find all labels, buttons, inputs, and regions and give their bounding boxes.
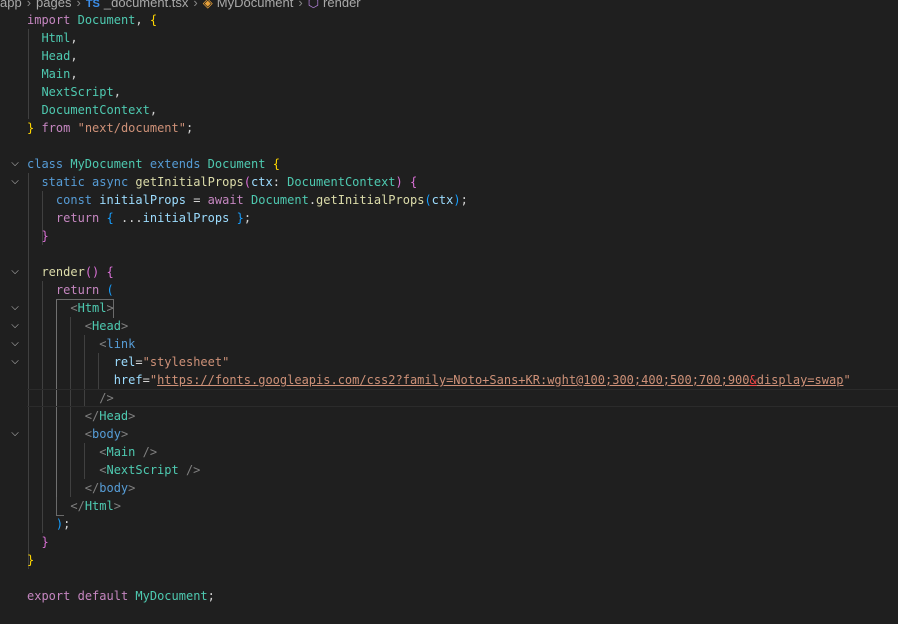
code-line: Html, (41, 31, 78, 45)
code-line: ⌵ class MyDocument extends Document { (0, 155, 898, 173)
breadcrumb-class[interactable]: MyDocument (217, 0, 294, 10)
code-line: DocumentContext, (41, 103, 158, 117)
chevron-down-icon[interactable]: ⌵ (8, 263, 22, 281)
href-link[interactable]: https://fonts.googleapis.com/css2?family… (157, 373, 749, 387)
code-line: ⌵ render() { (0, 263, 898, 281)
code-line: ⌵ <link (0, 335, 898, 353)
code-line: } from "next/document"; (27, 121, 194, 135)
code-line: ⌵ <Head> (0, 317, 898, 335)
code-line: Main, (41, 67, 78, 81)
code-editor[interactable]: app › pages › TS _document.tsx › ◈ MyDocument › ⬡ r… (0, 0, 898, 624)
code-line: } (27, 553, 35, 567)
code-line: export default MyDocument; (27, 589, 215, 603)
chevron-right-icon: › (76, 0, 81, 10)
chevron-right-icon: › (298, 0, 303, 10)
code-line: import Document, { (27, 13, 158, 27)
code-line: return ( (55, 283, 114, 297)
chevron-down-icon[interactable]: ⌵ (8, 425, 22, 443)
chevron-down-icon[interactable]: ⌵ (8, 353, 22, 371)
code-line: ⌵ rel="stylesheet" (0, 353, 898, 371)
chevron-right-icon: › (193, 0, 198, 10)
code-line-current: /> (99, 391, 114, 405)
code-line: </body> (84, 481, 136, 495)
chevron-right-icon: › (26, 0, 32, 10)
code-line: href="https://fonts.googleapis.com/css2?… (113, 373, 851, 387)
code-line: } (41, 535, 49, 549)
code-line: Head, (41, 49, 78, 63)
breadcrumb-pages[interactable]: pages (36, 0, 71, 10)
breadcrumb-method[interactable]: render (323, 0, 361, 10)
code-line: return { ...initialProps }; (55, 211, 252, 225)
code-line: ⌵ <Html> (0, 299, 898, 317)
typescript-file-icon: TS (85, 0, 100, 10)
code-line: <Main /> (99, 445, 158, 459)
code-line: ⌵ <body> (0, 425, 898, 443)
method-icon: ⬡ (307, 0, 320, 10)
class-icon: ◈ (202, 0, 213, 10)
breadcrumb-app[interactable]: app (0, 0, 22, 10)
code-line: </Head> (84, 409, 136, 423)
code-line: ⌵ static async getInitialProps(ctx: Docu… (0, 173, 898, 191)
code-line: const initialProps = await Document.getI… (55, 193, 468, 207)
code-line: <NextScript /> (99, 463, 201, 477)
code-line: ); (55, 517, 71, 531)
code-area[interactable]: import Document, { Html, Head, Main, Nex… (0, 11, 898, 605)
chevron-down-icon[interactable]: ⌵ (8, 155, 22, 173)
breadcrumb-file[interactable]: _document.tsx (104, 0, 189, 10)
chevron-down-icon[interactable]: ⌵ (8, 173, 22, 191)
chevron-down-icon[interactable]: ⌵ (8, 299, 22, 317)
code-line: NextScript, (41, 85, 121, 99)
code-line: } (41, 229, 49, 243)
code-line: </Html> (70, 499, 121, 513)
chevron-down-icon[interactable]: ⌵ (8, 317, 22, 335)
chevron-down-icon[interactable]: ⌵ (8, 335, 22, 353)
